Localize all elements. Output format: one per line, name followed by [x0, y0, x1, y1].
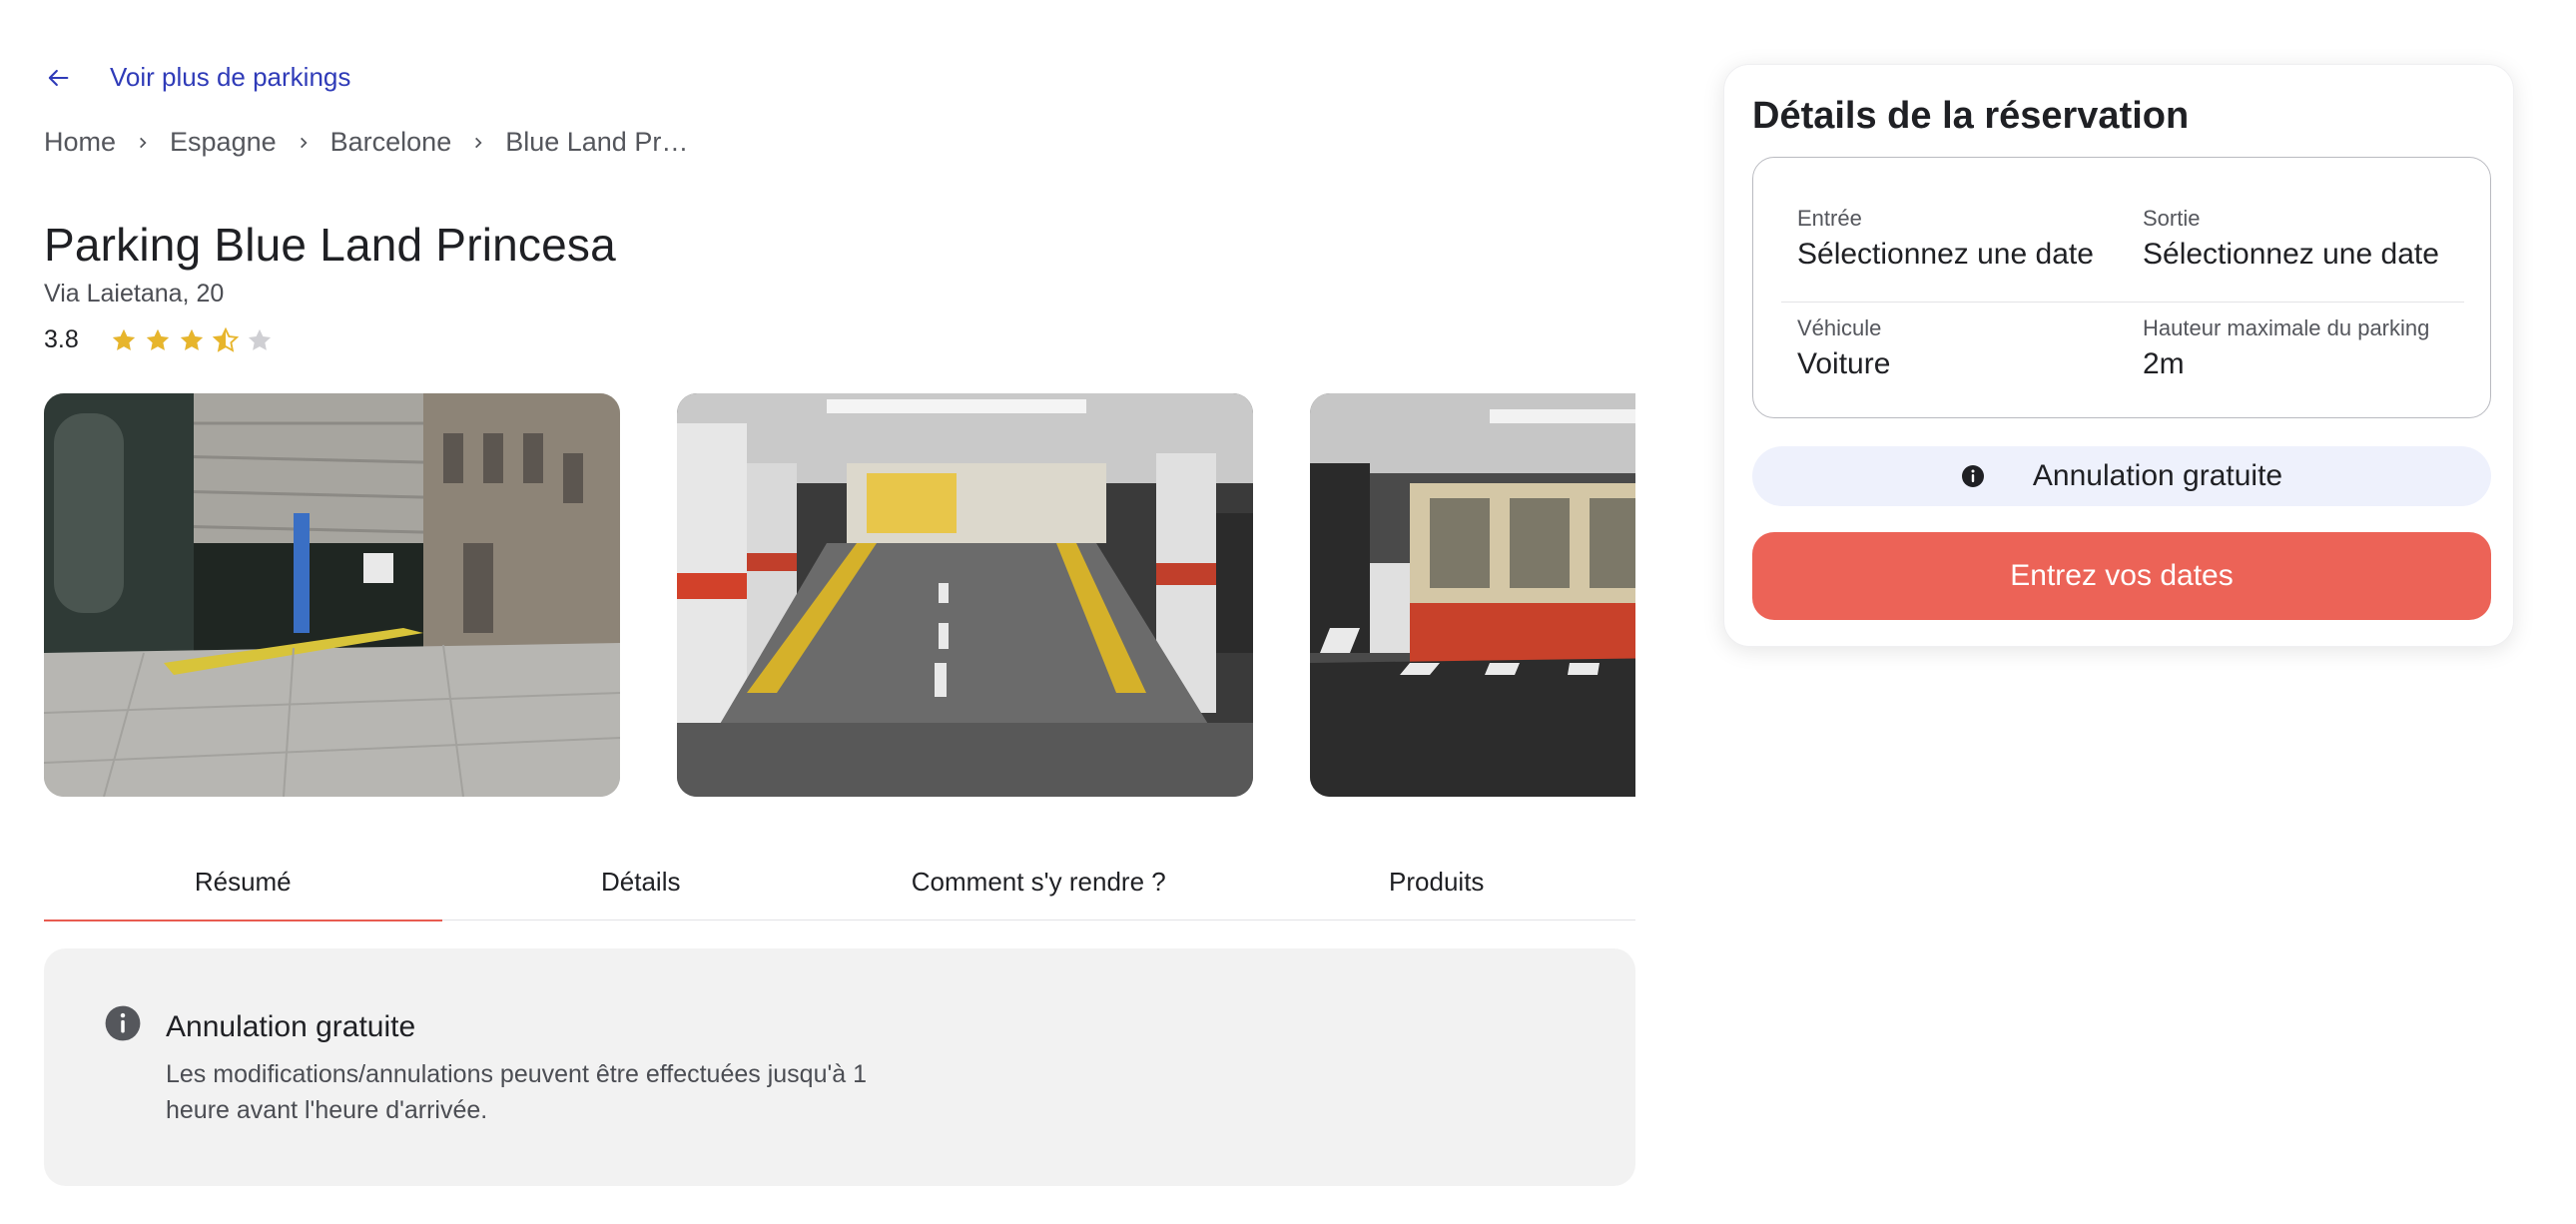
parking-ramp-photo[interactable] — [677, 393, 1253, 797]
info-card-title: Annulation gratuite — [166, 1010, 416, 1043]
star-full-icon — [180, 328, 204, 350]
page-title: Parking Blue Land Princesa — [44, 219, 616, 271]
exit-date-field[interactable]: Sortie Sélectionnez une date — [2143, 206, 2439, 272]
entry-date-field[interactable]: Entrée Sélectionnez une date — [1797, 206, 2094, 272]
photo-gallery[interactable] — [44, 393, 1635, 797]
reservation-title: Détails de la réservation — [1752, 95, 2190, 137]
max-height-value: 2m — [2143, 347, 2185, 380]
vehicle-label: Véhicule — [1797, 315, 1882, 340]
tab-products[interactable]: Produits — [1238, 857, 1636, 920]
exit-date-value: Sélectionnez une date — [2143, 238, 2439, 271]
section-tabs: Résumé Détails Comment s'y rendre ? Prod… — [44, 857, 1636, 921]
back-to-parkings-link[interactable]: Voir plus de parkings — [44, 62, 350, 93]
chevron-right-icon — [140, 137, 147, 148]
info-icon — [1961, 465, 1984, 487]
breadcrumb: Home Espagne Barcelone Blue Land Princes… — [44, 127, 689, 158]
arrow-left-icon — [48, 69, 69, 86]
star-empty-icon — [248, 328, 272, 350]
parking-office-photo[interactable] — [1310, 393, 1635, 797]
listing-main: Voir plus de parkings Home Espagne Barce… — [44, 0, 1635, 1224]
star-full-icon — [112, 328, 136, 350]
back-link-label: Voir plus de parkings — [110, 62, 351, 92]
free-cancellation-card: Annulation gratuite Les modifications/an… — [44, 948, 1635, 1186]
tab-directions[interactable]: Comment s'y rendre ? — [840, 857, 1238, 920]
free-cancellation-label: Annulation gratuite — [2032, 459, 2283, 492]
reservation-card: Détails de la réservation Entrée Sélecti… — [1723, 64, 2514, 647]
star-full-icon — [146, 328, 170, 350]
vehicle-field[interactable]: Véhicule Voiture — [1797, 315, 1890, 381]
tab-details[interactable]: Détails — [442, 857, 841, 920]
info-icon — [105, 1005, 141, 1041]
breadcrumb-country[interactable]: Espagne — [170, 127, 277, 158]
enter-dates-button[interactable]: Entrez vos dates — [1752, 532, 2491, 620]
entry-date-label: Entrée — [1797, 206, 1862, 231]
exit-date-label: Sortie — [2143, 206, 2201, 231]
breadcrumb-city[interactable]: Barcelone — [330, 127, 452, 158]
chevron-right-icon — [300, 137, 308, 148]
vehicle-value: Voiture — [1797, 347, 1891, 380]
parking-address: Via Laietana, 20 — [44, 280, 225, 307]
rating-value: 3.8 — [44, 325, 79, 353]
star-rating — [110, 326, 274, 354]
fields-divider — [1781, 302, 2464, 303]
chevron-right-icon — [475, 137, 482, 148]
tab-resume[interactable]: Résumé — [44, 857, 442, 921]
entry-date-value: Sélectionnez une date — [1797, 238, 2094, 271]
reservation-fields: Entrée Sélectionnez une date Sortie Séle… — [1752, 157, 2491, 418]
max-height-field: Hauteur maximale du parking 2m — [2143, 315, 2429, 381]
rating: 3.8 — [44, 325, 274, 354]
breadcrumb-home[interactable]: Home — [44, 127, 116, 158]
parking-entrance-photo[interactable] — [44, 393, 620, 797]
star-half-icon — [212, 326, 240, 352]
free-cancellation-badge: Annulation gratuite — [1752, 446, 2491, 506]
info-card-body: Les modifications/annulations peuvent êt… — [166, 1060, 868, 1124]
breadcrumb-current: Blue Land Princesa — [505, 127, 689, 157]
max-height-label: Hauteur maximale du parking — [2143, 315, 2430, 340]
